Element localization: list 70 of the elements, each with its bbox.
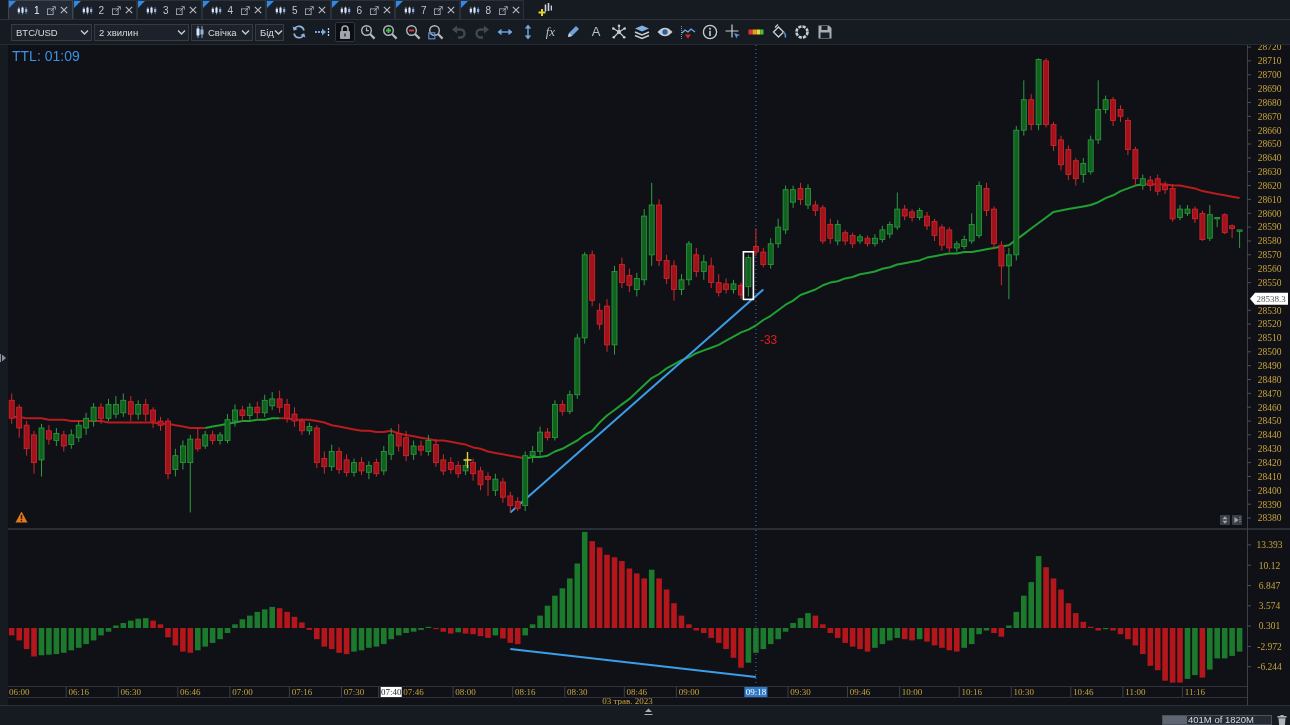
price-axis-label: 28580 (1257, 236, 1282, 247)
price-axis-label: 28500 (1257, 347, 1282, 358)
time-cursor-label: 09:18 (744, 687, 768, 697)
price-axis-label: 28650 (1257, 139, 1282, 150)
crosshair-readout: -33 (759, 333, 778, 347)
marked-time-label: 07:40 (380, 687, 402, 697)
time-axis-label: 10:00 (901, 687, 923, 697)
time-axis-label: 08:16 (514, 687, 536, 697)
time-axis-label: 07:30 (343, 687, 365, 697)
price-axis-label: 28450 (1257, 416, 1282, 427)
time-axis-label: 07:16 (291, 687, 313, 697)
time-axis-label: 07:46 (403, 687, 424, 697)
price-axis-label: 28700 (1257, 70, 1282, 81)
indicator-axis-label: 6.847 (1258, 580, 1281, 591)
price-axis-label: 28630 (1257, 167, 1282, 177)
price-axis-label: 28590 (1257, 222, 1282, 233)
price-axis-label: 28560 (1257, 264, 1282, 274)
price-axis-label: 28410 (1257, 471, 1282, 482)
time-axis-label: 09:00 (678, 687, 700, 697)
price-tag: 28538.3 (1250, 292, 1288, 305)
price-axis-label: 28550 (1257, 277, 1282, 288)
indicator-axis-label: 10.12 (1258, 560, 1281, 571)
time-axis-label: 10:16 (961, 687, 982, 697)
time-axis-label: 08:30 (567, 687, 588, 697)
price-axis-label: 28660 (1257, 125, 1282, 136)
price-axis-label: 28640 (1257, 153, 1282, 164)
indicator-axis-label: 3.574 (1258, 601, 1281, 612)
price-axis-label: 28520 (1257, 319, 1282, 330)
time-axis-label: 06:30 (120, 687, 142, 697)
time-axis-label: 06:46 (180, 687, 201, 697)
price-axis-label: 28480 (1257, 374, 1282, 385)
price-axis-label: 28680 (1257, 97, 1282, 108)
price-axis-label: 28610 (1257, 194, 1282, 205)
price-axis-label: 28400 (1257, 485, 1282, 496)
indicator-axis-label: 13.393 (1256, 540, 1283, 551)
price-axis-label: 28430 (1257, 444, 1282, 455)
time-axis-label: 11:16 (1184, 687, 1205, 697)
price-axis-label: 28440 (1257, 430, 1282, 441)
indicator-axis-label: -6.244 (1257, 662, 1282, 672)
price-axis-label: 28510 (1257, 333, 1282, 344)
price-axis-label: 28390 (1257, 499, 1282, 510)
time-axis-label: 08:46 (626, 687, 648, 697)
y-tick-label: 28538.3 (1256, 294, 1287, 304)
ttl-label: TTL: 01:09 (12, 48, 80, 64)
price-axis-label: 28710 (1257, 56, 1282, 67)
time-axis-label: 06:00 (8, 687, 30, 697)
time-axis-label: 08:00 (455, 687, 476, 697)
indicator-axis-label: -2.972 (1257, 641, 1282, 652)
time-axis-label: 11:00 (1125, 687, 1146, 697)
price-axis-label: 28420 (1257, 457, 1282, 468)
price-axis-label: 28460 (1257, 402, 1282, 413)
price-axis-label: 28670 (1257, 111, 1282, 122)
time-axis-label: 09:46 (849, 687, 871, 697)
time-axis-label: 09:30 (790, 687, 811, 697)
date-label: 03 трав. 2023 (602, 696, 653, 705)
time-axis-label: 06:16 (68, 687, 89, 697)
price-axis-label: 28620 (1257, 180, 1282, 191)
price-axis-label: 28570 (1257, 250, 1282, 261)
price-axis-label: 28690 (1257, 83, 1282, 94)
price-axis-label: 28720 (1257, 45, 1282, 53)
time-axis-label: 07:00 (232, 687, 253, 697)
time-axis-label: 10:30 (1013, 687, 1035, 697)
price-axis-label: 28470 (1257, 388, 1282, 399)
indicator-axis-label: 0.301 (1258, 621, 1281, 632)
memory-label: 401M of 1820M (1188, 715, 1254, 725)
price-axis-label: 28600 (1257, 208, 1282, 219)
time-axis-label: 10:46 (1073, 687, 1094, 697)
price-axis-label: 28380 (1257, 513, 1282, 524)
price-axis-label: 28490 (1257, 361, 1282, 371)
price-axis-label: 28530 (1257, 305, 1282, 316)
